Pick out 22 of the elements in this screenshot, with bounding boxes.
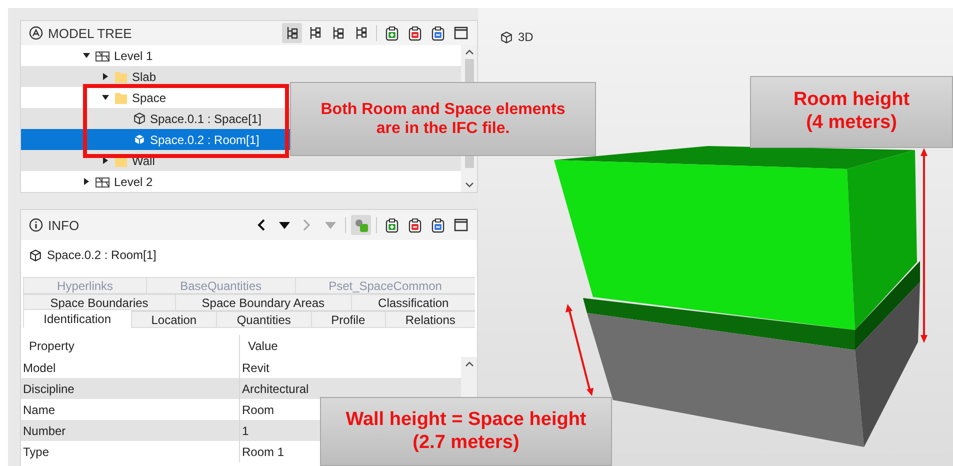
table-cell: Revit [242,360,270,374]
table-cell: Number [23,424,66,438]
tree-item-label: Level 1 [114,48,153,62]
table-cell: Architectural [242,382,309,396]
table-cell: Room 1 [242,444,284,458]
table-cell: Name [23,402,56,416]
panel-title: MODEL TREE [48,26,132,40]
table-cell: Type [23,444,50,458]
panel-title: INFO [48,218,80,232]
element-name: Space.0.2 : Room[1] [47,248,156,262]
tree-item-label: Level 2 [114,174,153,188]
tree-item-label: Slab [132,70,156,84]
tree-item-label: Space.0.2 : Room[1] [150,132,260,146]
tree-item-label: Space [132,90,166,104]
view-title: 3D [518,30,534,44]
table-cell: Room [242,402,274,416]
table-cell: 1 [242,424,249,438]
table-cell: Model [23,360,56,374]
table-cell: Discipline [23,382,74,396]
callout-text: Room height [793,89,910,112]
tree-item-label: Space.0.1 : Space[1] [150,112,262,126]
callout-text: (4 meters) [806,112,897,135]
